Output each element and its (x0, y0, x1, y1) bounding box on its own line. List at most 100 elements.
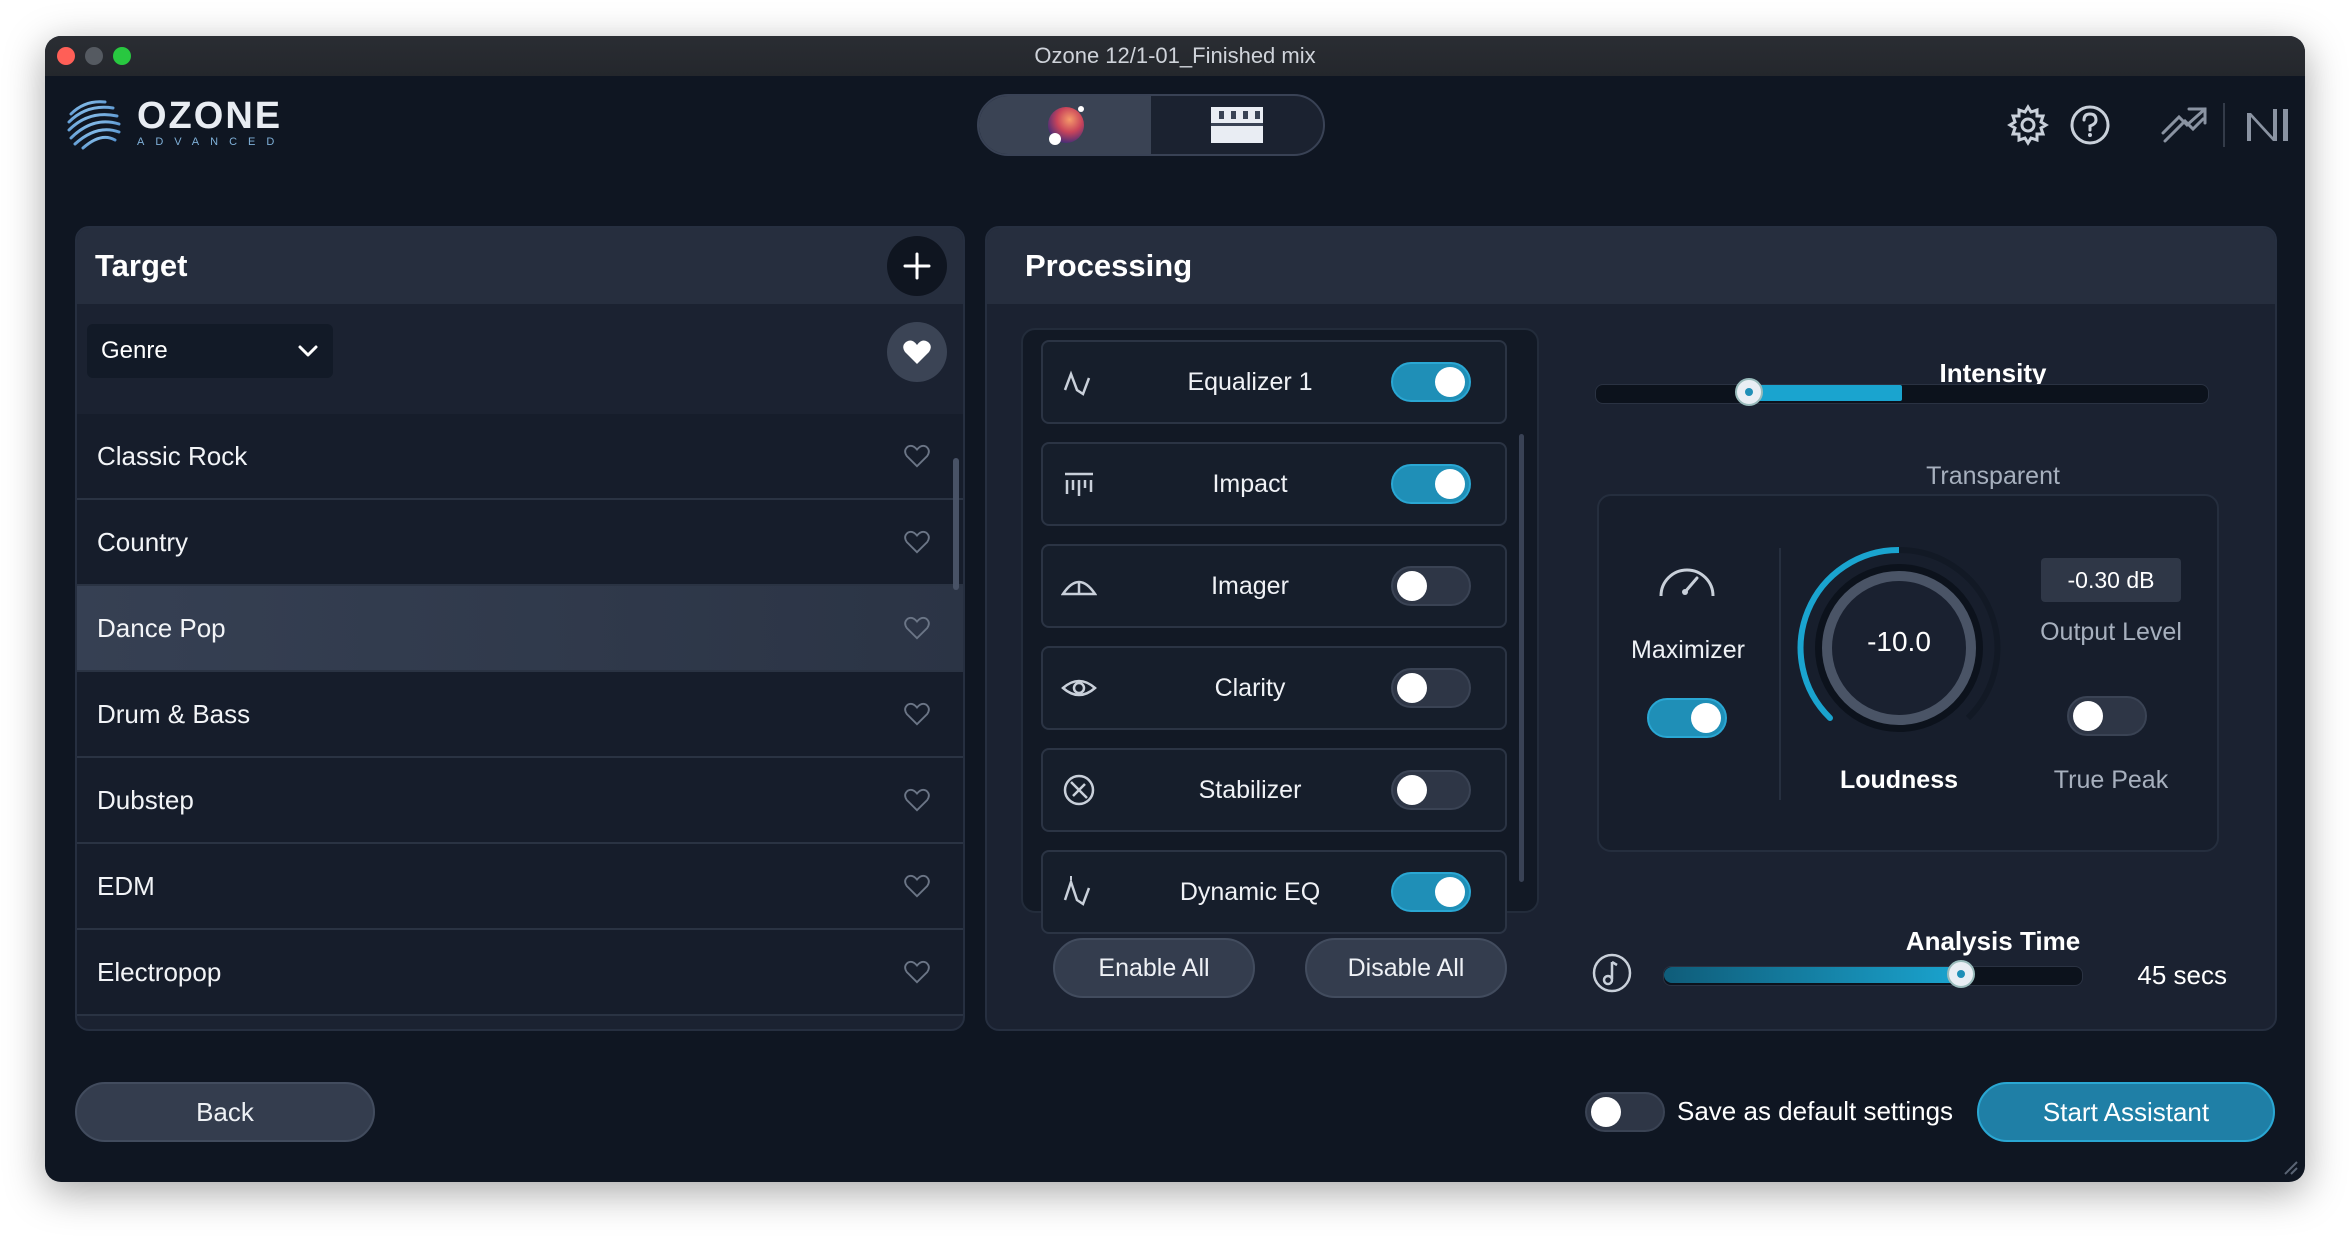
help-icon (2070, 105, 2110, 145)
start-assistant-label: Start Assistant (2042, 1096, 2210, 1127)
assistant-mode-button[interactable] (979, 96, 1151, 154)
help-button[interactable] (2063, 98, 2117, 152)
module-list-scrollbar[interactable] (1519, 434, 1524, 882)
module-icon-wrap (1049, 364, 1109, 400)
module-icon-wrap (1049, 670, 1109, 706)
genre-label: EDM (97, 870, 155, 901)
back-button[interactable]: Back (75, 1082, 375, 1142)
intensity-handle[interactable] (1735, 378, 1763, 406)
add-target-button[interactable] (887, 236, 947, 296)
plugin-link-button[interactable] (2157, 98, 2211, 152)
analysis-time-slider[interactable] (1663, 960, 2083, 988)
stabilizer-icon (1063, 774, 1095, 806)
module-row[interactable]: Stabilizer (1041, 748, 1507, 832)
genre-list-scrollbar[interactable] (953, 458, 959, 590)
genre-list: Classic Rock Country Dance Pop Drum & Bass D… (77, 414, 963, 1016)
close-window-button[interactable] (57, 47, 75, 65)
module-label: Equalizer 1 (1187, 367, 1313, 396)
module-toggle[interactable] (1391, 362, 1471, 402)
genre-label: Dance Pop (97, 612, 226, 643)
zoom-window-button[interactable] (113, 47, 131, 65)
target-title: Target (95, 248, 188, 283)
maximizer-label: Maximizer (1631, 636, 1745, 664)
imager-icon (1061, 580, 1097, 596)
plugin-link-icon (2161, 107, 2207, 143)
genre-item[interactable]: EDM (77, 844, 963, 930)
module-toggle[interactable] (1391, 464, 1471, 504)
module-icon-wrap (1049, 568, 1109, 604)
loudness-value: -10.0 (1867, 626, 1931, 657)
ozone-swirl-icon (67, 100, 121, 150)
output-level-field[interactable]: -0.30 dB (2041, 558, 2181, 602)
genre-label: Electropop (97, 956, 222, 987)
intensity-slider[interactable] (1595, 378, 2209, 406)
processing-header: Processing (987, 228, 2275, 304)
module-row[interactable]: Equalizer 1 (1041, 340, 1507, 424)
heart-outline-icon[interactable] (903, 443, 931, 469)
true-peak-toggle[interactable] (2067, 696, 2147, 736)
genre-item[interactable]: Country (77, 500, 963, 586)
module-row[interactable]: Clarity (1041, 646, 1507, 730)
favorites-filter-button[interactable] (887, 322, 947, 382)
genre-label: Classic Rock (97, 440, 248, 471)
module-toggle[interactable] (1391, 770, 1471, 810)
maximizer-toggle[interactable] (1647, 698, 1727, 738)
genre-item[interactable]: Classic Rock (77, 414, 963, 500)
module-toggle[interactable] (1391, 872, 1471, 912)
true-peak-label: True Peak (2053, 766, 2169, 794)
target-type-dropdown[interactable]: Genre (87, 324, 333, 378)
heart-outline-icon[interactable] (903, 701, 931, 727)
module-toggle[interactable] (1391, 668, 1471, 708)
heart-outline-icon[interactable] (903, 615, 931, 641)
analysis-time-fill (1664, 967, 1961, 983)
modules-mode-button[interactable] (1151, 96, 1323, 154)
module-toggle[interactable] (1391, 566, 1471, 606)
header-divider (2223, 103, 2225, 147)
eye-icon (1061, 679, 1097, 697)
genre-item[interactable]: Drum & Bass (77, 672, 963, 758)
analysis-time-handle[interactable] (1946, 960, 1975, 988)
genre-label: Country (97, 526, 189, 557)
processing-title: Processing (1025, 248, 1193, 283)
top-icons (2001, 98, 2295, 152)
processing-panel: Processing Equalizer 1 Impact Imager Clarit… (985, 226, 2277, 1031)
settings-button[interactable] (2001, 98, 2055, 152)
heart-outline-icon[interactable] (903, 787, 931, 813)
ozone-window: Ozone 12/1-01_Finished mix OZONE ADVANCE… (45, 36, 2305, 1182)
enable-all-button[interactable]: Enable All (1053, 938, 1255, 998)
assistant-orb-icon (1048, 106, 1084, 145)
genre-item[interactable]: Dance Pop (77, 586, 963, 672)
start-assistant-button[interactable]: Start Assistant (1977, 1082, 2275, 1142)
heart-filled-icon (903, 340, 931, 364)
ozone-logo: OZONE ADVANCED (65, 94, 285, 152)
impact-icon (1065, 472, 1093, 496)
gauge-icon (1659, 568, 1715, 597)
save-default-toggle[interactable] (1585, 1092, 1665, 1132)
disable-all-button[interactable]: Disable All (1305, 938, 1507, 998)
loudness-label: Loudness (1839, 766, 1959, 794)
genre-label: Drum & Bass (97, 698, 251, 729)
native-instruments-button[interactable] (2241, 98, 2295, 152)
minimize-window-button[interactable] (85, 47, 103, 65)
target-header: Target (77, 228, 963, 304)
module-list: Equalizer 1 Impact Imager Clarity Stabilizer… (1021, 328, 1539, 934)
chevron-down-icon (298, 345, 318, 357)
mode-switcher (977, 94, 1325, 156)
window-title: Ozone 12/1-01_Finished mix (1034, 43, 1316, 68)
intensity-fill (1749, 385, 1902, 401)
module-row[interactable]: Impact (1041, 442, 1507, 526)
module-row[interactable]: Dynamic EQ (1041, 850, 1507, 934)
heart-outline-icon[interactable] (903, 529, 931, 555)
modules-grid-icon (1211, 107, 1263, 143)
target-type-value: Genre (101, 337, 168, 364)
dynamic-eq-icon (1063, 876, 1091, 906)
heart-outline-icon[interactable] (903, 959, 931, 985)
genre-item[interactable]: Dubstep (77, 758, 963, 844)
module-row[interactable]: Imager (1041, 544, 1507, 628)
maximizer-divider (1779, 548, 1781, 800)
heart-outline-icon[interactable] (903, 873, 931, 899)
module-label: Dynamic EQ (1179, 877, 1321, 906)
resize-grip-icon[interactable] (2281, 1158, 2299, 1176)
module-label: Impact (1212, 469, 1288, 498)
genre-item[interactable]: Electropop (77, 930, 963, 1016)
